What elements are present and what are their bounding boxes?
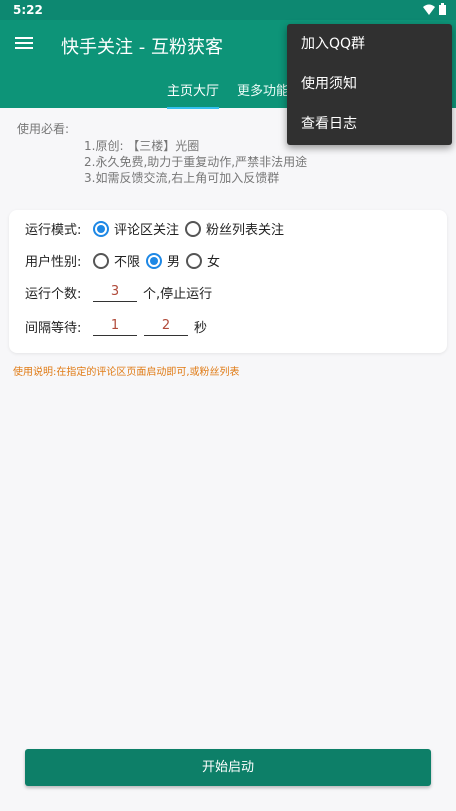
mode-option-label: 评论区关注 [114,223,180,238]
battery-icon [439,3,446,15]
mode-option-label: 粉丝列表关注 [206,223,285,238]
overflow-menu: 加入QQ群 使用须知 查看日志 [287,24,452,145]
interval-max-input[interactable]: 2 [144,318,188,336]
count-row: 运行个数: 3 个,停止运行 [25,283,213,303]
tab-more-features[interactable]: 更多功能 [237,80,289,107]
notice-line: 3.如需反馈交流,右上角可加入反馈群 [84,171,280,185]
gender-label: 用户性别: [25,255,82,270]
count-label: 运行个数: [25,287,82,302]
radio-unchecked-icon [185,220,202,237]
menu-item-join-qq-group[interactable]: 加入QQ群 [287,24,452,64]
mode-label: 运行模式: [25,223,82,238]
status-icons [423,3,446,15]
wifi-icon [423,4,435,15]
status-time: 5:22 [13,3,43,17]
gender-option-label: 不限 [114,255,141,270]
start-button[interactable]: 开始启动 [25,749,431,786]
settings-card: 运行模式: 评论区关注 粉丝列表关注 用户性别: 不限 男 女 运行个数: 3 … [9,210,447,353]
usage-hint: 使用说明:在指定的评论区页面启动即可,或粉丝列表 [13,367,240,378]
mode-radio-comment[interactable]: 评论区关注 [93,219,179,238]
notice-line: 1.原创: 【三楼】光圈 [84,139,200,153]
count-input[interactable]: 3 [93,284,137,302]
gender-row: 用户性别: 不限 男 女 [25,251,226,270]
radio-unchecked-icon [186,252,203,269]
interval-label: 间隔等待: [25,321,82,336]
notice-line: 2.永久免费,助力于重复动作,严禁非法用途 [84,155,308,169]
gender-option-label: 男 [167,255,181,270]
gender-radio-male[interactable]: 男 [146,251,180,270]
radio-checked-icon [146,252,163,269]
gender-option-label: 女 [207,255,221,270]
interval-min-input[interactable]: 1 [93,318,137,336]
gender-radio-female[interactable]: 女 [186,251,220,270]
interval-suffix: 秒 [194,321,208,336]
status-bar: 5:22 [0,0,456,20]
gender-radio-any[interactable]: 不限 [93,251,140,270]
tab-home[interactable]: 主页大厅 [167,80,220,109]
radio-unchecked-icon [93,252,109,269]
menu-item-usage-notes[interactable]: 使用须知 [287,64,452,104]
mode-radio-fans[interactable]: 粉丝列表关注 [185,219,284,238]
menu-icon[interactable] [12,34,36,56]
notice-list: 1.原创: 【三楼】光圈 2.永久免费,助力于重复动作,严禁非法用途 3.如需反… [84,138,307,186]
notice-heading: 使用必看: [17,122,70,136]
menu-item-view-log[interactable]: 查看日志 [287,104,452,144]
interval-row: 间隔等待: 1 2 秒 [25,317,208,337]
mode-row: 运行模式: 评论区关注 粉丝列表关注 [25,219,290,238]
count-suffix: 个,停止运行 [143,287,213,302]
app-title: 快手关注 - 互粉获客 [61,37,223,58]
radio-checked-icon [93,220,109,237]
